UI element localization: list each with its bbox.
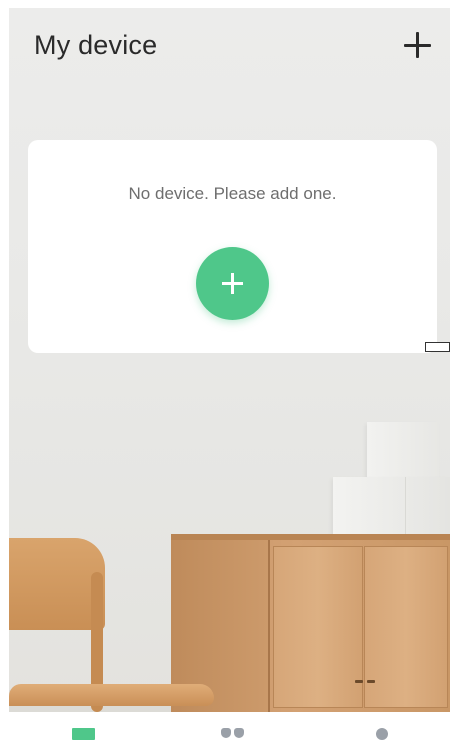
bottom-tab-bar — [0, 712, 450, 744]
device-list-card: No device. Please add one. — [28, 140, 437, 353]
tab-scenes[interactable] — [193, 712, 273, 744]
cabinet-door — [273, 546, 363, 708]
empty-state-message: No device. Please add one. — [128, 184, 337, 203]
decor-cube — [333, 477, 450, 537]
cabinet-handle — [367, 680, 375, 683]
page-title: My device — [34, 30, 158, 60]
chair-seat — [9, 684, 214, 706]
add-device-button[interactable] — [196, 247, 269, 320]
decor-cube — [367, 422, 439, 480]
scenes-tab-icon — [221, 728, 245, 740]
wooden-chair — [9, 538, 229, 712]
device-tab-icon — [72, 728, 95, 740]
cabinet-handle — [355, 680, 363, 683]
add-device-plus-icon[interactable] — [400, 28, 434, 62]
background-room-image — [9, 8, 450, 712]
app-screen: My device No device. Please add one. — [0, 0, 450, 744]
edge-handle[interactable] — [425, 342, 450, 352]
cabinet-door — [364, 546, 448, 708]
profile-tab-icon — [376, 728, 388, 740]
tab-profile[interactable] — [342, 712, 422, 744]
tab-devices[interactable] — [44, 712, 124, 744]
header: My device — [0, 8, 450, 88]
